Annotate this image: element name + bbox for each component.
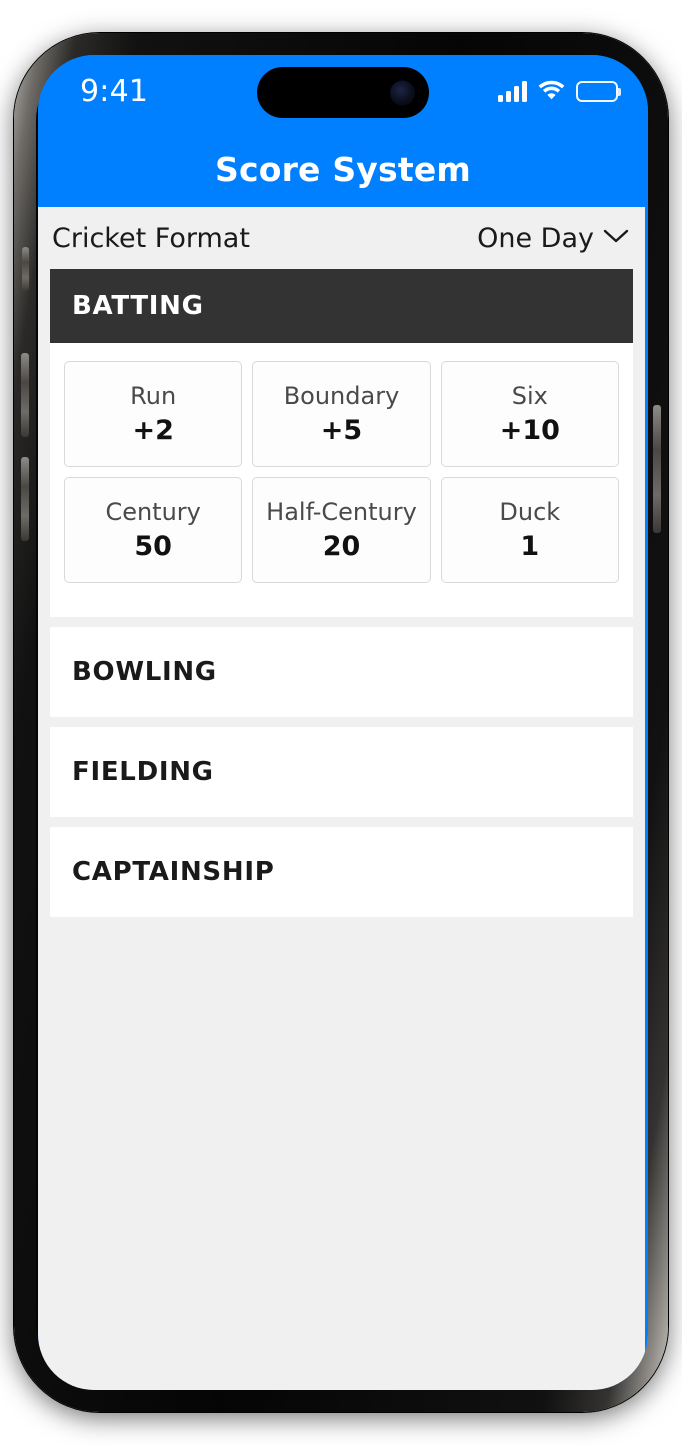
content-area: Cricket Format One Day BATTING Run +2 Bo… bbox=[38, 207, 648, 1390]
wifi-icon bbox=[538, 79, 565, 104]
status-icons bbox=[498, 79, 618, 104]
stat-tile-boundary[interactable]: Boundary +5 bbox=[252, 361, 431, 467]
section-captainship: CAPTAINSHIP bbox=[50, 827, 633, 917]
stat-tile-value: +10 bbox=[499, 415, 560, 446]
status-time: 9:41 bbox=[80, 73, 149, 109]
stat-tile-half-century[interactable]: Half-Century 20 bbox=[252, 477, 431, 583]
stat-tile-century[interactable]: Century 50 bbox=[64, 477, 243, 583]
stat-tile-run[interactable]: Run +2 bbox=[64, 361, 243, 467]
stat-tile-label: Duck bbox=[499, 498, 561, 526]
section-header-bowling[interactable]: BOWLING bbox=[50, 627, 633, 717]
stat-tile-six[interactable]: Six +10 bbox=[440, 361, 619, 467]
section-header-captainship[interactable]: CAPTAINSHIP bbox=[50, 827, 633, 917]
cellular-bars-icon bbox=[498, 81, 527, 102]
section-title-batting: BATTING bbox=[72, 291, 204, 321]
stat-tile-label: Century bbox=[105, 498, 201, 526]
stat-tile-label: Run bbox=[130, 382, 177, 410]
volume-down-button[interactable] bbox=[21, 457, 29, 541]
dynamic-island bbox=[257, 67, 429, 118]
stat-tile-value: +2 bbox=[132, 415, 174, 446]
stat-tile-label: Half-Century bbox=[266, 498, 417, 526]
stat-tile-value: +5 bbox=[320, 415, 363, 446]
tiles-row: Century 50 Half-Century 20 Duck 1 bbox=[64, 477, 619, 583]
navigation-bar: Score System bbox=[38, 129, 648, 207]
section-body-batting: Run +2 Boundary +5 Six +10 Century 50 Ha… bbox=[50, 343, 633, 617]
chevron-down-icon bbox=[603, 228, 629, 248]
section-title-bowling: BOWLING bbox=[72, 657, 217, 687]
stat-tile-label: Boundary bbox=[283, 382, 400, 410]
section-bowling: BOWLING bbox=[50, 627, 633, 717]
battery-full-icon bbox=[576, 81, 618, 102]
phone-screen: 9:41 Score System Cricket Format One Day… bbox=[38, 55, 648, 1390]
cricket-format-row: Cricket Format One Day bbox=[38, 207, 645, 269]
section-title-captainship: CAPTAINSHIP bbox=[72, 857, 275, 887]
page-title: Score System bbox=[214, 150, 471, 189]
section-header-fielding[interactable]: FIELDING bbox=[50, 727, 633, 817]
status-bar: 9:41 bbox=[38, 55, 648, 129]
section-title-fielding: FIELDING bbox=[72, 757, 214, 787]
stat-tile-value: 20 bbox=[322, 531, 361, 562]
volume-up-button[interactable] bbox=[21, 353, 29, 437]
silence-switch[interactable] bbox=[22, 247, 29, 291]
cricket-format-value: One Day bbox=[477, 222, 594, 254]
cricket-format-label: Cricket Format bbox=[52, 222, 250, 254]
tiles-row: Run +2 Boundary +5 Six +10 bbox=[64, 361, 619, 467]
cricket-format-dropdown[interactable]: One Day bbox=[477, 223, 629, 254]
stat-tile-duck[interactable]: Duck 1 bbox=[440, 477, 619, 583]
stat-tile-value: 1 bbox=[520, 531, 540, 562]
front-camera-icon bbox=[390, 80, 415, 105]
stat-tile-value: 50 bbox=[134, 531, 172, 562]
stat-tile-label: Six bbox=[511, 382, 548, 410]
section-batting: BATTING Run +2 Boundary +5 Six +10 Centu… bbox=[50, 269, 633, 617]
section-header-batting[interactable]: BATTING bbox=[50, 269, 633, 343]
section-fielding: FIELDING bbox=[50, 727, 633, 817]
power-button[interactable] bbox=[653, 405, 661, 533]
